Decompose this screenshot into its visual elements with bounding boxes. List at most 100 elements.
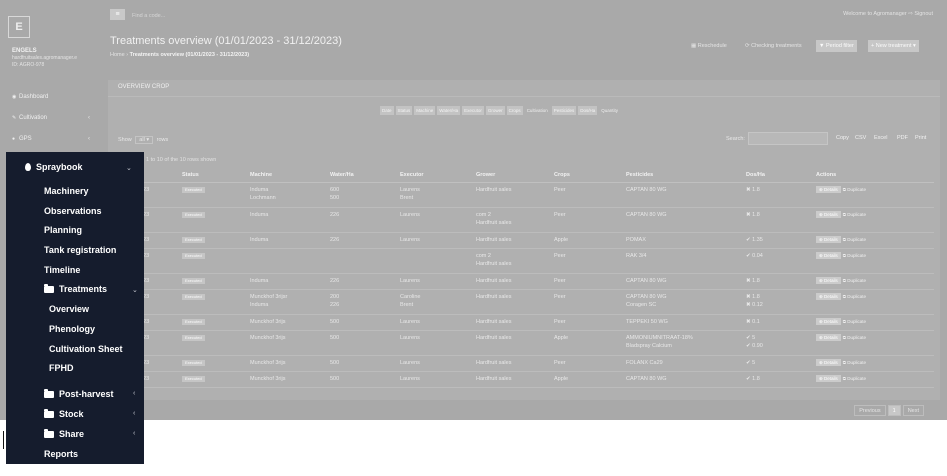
table-row[interactable]: 023 Executed Induma 226 Laurens com 2 Hardfrui…: [118, 208, 934, 233]
column-toggle[interactable]: Crops: [506, 106, 523, 115]
details-button[interactable]: ⊕ Details: [816, 359, 841, 366]
code-search-input[interactable]: Find a code...: [132, 13, 165, 19]
duplicate-button[interactable]: ⧉ Duplicate: [843, 212, 866, 217]
submenu-item-treatments[interactable]: Treatments: [44, 283, 107, 294]
submenu-spraybook-header[interactable]: Spraybook: [25, 162, 83, 172]
cell-machine: Munckhof 3rijs: [250, 375, 285, 383]
checking-treatments-button[interactable]: ⟳ Checking treatments: [742, 40, 805, 52]
sidebar-item-gps[interactable]: ● GPS: [12, 136, 32, 142]
reschedule-button[interactable]: ▦ Reschedule: [688, 40, 730, 52]
period-filter-button[interactable]: ▼ Period filter: [816, 40, 857, 52]
table-search-input[interactable]: [748, 132, 828, 145]
column-header[interactable]: Actions: [816, 172, 836, 178]
machine-value: Munckhof 3rijs: [250, 335, 286, 341]
column-toggle[interactable]: Machine: [414, 106, 436, 115]
details-button[interactable]: ⊕ Details: [816, 277, 841, 284]
column-header[interactable]: Water/Ha: [330, 172, 354, 178]
export-button[interactable]: CSV: [855, 135, 866, 141]
column-header[interactable]: Dos/Ha: [746, 172, 765, 178]
breadcrumb-home[interactable]: Home: [110, 52, 125, 58]
column-toggle[interactable]: Water/Ha: [437, 106, 461, 115]
duplicate-button[interactable]: ⧉ Duplicate: [843, 335, 866, 340]
details-label: Details: [824, 319, 838, 324]
column-toggle[interactable]: Status: [395, 106, 413, 115]
pagination-page[interactable]: 1: [887, 405, 901, 416]
details-button[interactable]: ⊕ Details: [816, 252, 841, 259]
column-toggle[interactable]: Dos/Ha: [578, 106, 598, 115]
column-header[interactable]: Machine: [250, 172, 272, 178]
table-row[interactable]: 023 Executed Munckhof 3rijs 500 Laurens Hardf…: [118, 315, 934, 331]
table-row[interactable]: 023 Executed Munckhof 3rijs 500 Laurens Hardf…: [118, 331, 934, 356]
column-header[interactable]: Executor: [400, 172, 424, 178]
export-button[interactable]: Print: [915, 135, 926, 141]
duplicate-button[interactable]: ⧉ Duplicate: [843, 319, 866, 324]
pagination-previous[interactable]: Previous: [854, 405, 886, 416]
submenu-item-phenology[interactable]: Phenology: [49, 324, 95, 334]
submenu-item-post-harvest[interactable]: Post-harvest: [44, 388, 114, 399]
rows-select[interactable]: all ▾: [135, 136, 154, 144]
submenu-item-overview[interactable]: Overview: [49, 304, 89, 314]
cell-actions: ⊕ Details ⧉ Duplicate: [816, 186, 866, 194]
details-button[interactable]: ⊕ Details: [816, 318, 841, 325]
column-toggle[interactable]: Grower: [485, 106, 505, 115]
cell-machine: Munckhof 3rijs: [250, 318, 285, 326]
menu-toggle-button[interactable]: ≡: [110, 9, 125, 20]
duplicate-button[interactable]: ⧉ Duplicate: [843, 360, 866, 365]
details-button[interactable]: ⊕ Details: [816, 236, 841, 243]
table-row[interactable]: 023 Executed Munckhof 3rijs 500 Laurens Hardf…: [118, 356, 934, 372]
column-header[interactable]: Pesticides: [626, 172, 653, 178]
duplicate-button[interactable]: ⧉ Duplicate: [843, 253, 866, 258]
table-row[interactable]: 023 Executed Induma Lochmann 600 500 Laurens Br…: [118, 183, 934, 208]
table-row[interactable]: 023 Executed com 2 Hardfruit sales Peer RAK 3…: [118, 249, 934, 274]
pesticide-value: POMAX: [626, 237, 646, 243]
column-toggle[interactable]: Quantity: [599, 106, 620, 115]
table-row[interactable]: 023 Executed Induma 226 Laurens Hardfruit sal…: [118, 233, 934, 249]
column-toggle[interactable]: Cultivation: [525, 106, 550, 115]
export-button[interactable]: Excel: [874, 135, 887, 141]
export-button[interactable]: PDF: [897, 135, 908, 141]
details-label: Details: [824, 294, 838, 299]
new-treatment-button[interactable]: + New treatment ▾: [868, 40, 919, 52]
column-toggle[interactable]: Date: [380, 106, 394, 115]
duplicate-button[interactable]: ⧉ Duplicate: [843, 237, 866, 242]
submenu-item-timeline[interactable]: Timeline: [44, 265, 80, 275]
submenu-item-observations[interactable]: Observations: [44, 206, 102, 216]
table-row[interactable]: 023 Executed Induma 226 Laurens Hardfruit sal…: [118, 274, 934, 290]
signout-link[interactable]: Signout: [914, 11, 933, 17]
cell-status: Executed: [182, 186, 205, 194]
duplicate-button[interactable]: ⧉ Duplicate: [843, 294, 866, 299]
submenu-item-reports[interactable]: Reports: [44, 449, 78, 459]
submenu-item-planning[interactable]: Planning: [44, 225, 82, 235]
submenu-item-tank-registration[interactable]: Tank registration: [44, 245, 116, 255]
top-bar: ≡ Find a code... Welcome to Agromanager …: [102, 0, 947, 30]
grower-value: Hardfruit sales: [476, 261, 512, 267]
submenu-item-cultivation-sheet[interactable]: Cultivation Sheet: [49, 344, 123, 354]
submenu-item-stock[interactable]: Stock: [44, 408, 84, 419]
duplicate-button[interactable]: ⧉ Duplicate: [843, 278, 866, 283]
pagination-next[interactable]: Next: [902, 405, 924, 416]
export-button[interactable]: Copy: [836, 135, 849, 141]
table-row[interactable]: 023 Executed Munckhof 3rijsr Induma 200 226 Ca…: [118, 290, 934, 315]
column-header[interactable]: Status: [182, 172, 199, 178]
submenu-item-share[interactable]: Share: [44, 428, 84, 439]
sidebar-item-dashboard[interactable]: ◉ Dashboard: [12, 94, 48, 100]
column-header[interactable]: Grower: [476, 172, 495, 178]
details-button[interactable]: ⊕ Details: [816, 293, 841, 300]
cell-pesticides: CAPTAN 80 WG: [626, 375, 667, 383]
submenu-item-fphd[interactable]: FPHD: [49, 363, 74, 373]
cell-dose: ✔ 5: [746, 359, 755, 367]
chevron-down-icon: ▾: [146, 137, 150, 143]
details-button[interactable]: ⊕ Details: [816, 211, 841, 218]
filter-icon: ▼: [819, 43, 826, 49]
submenu-item-machinery[interactable]: Machinery: [44, 186, 89, 196]
details-button[interactable]: ⊕ Details: [816, 334, 841, 341]
details-button[interactable]: ⊕ Details: [816, 375, 841, 382]
table-row[interactable]: 023 Executed Munckhof 3rijs 500 Laurens Hardf…: [118, 372, 934, 388]
duplicate-button[interactable]: ⧉ Duplicate: [843, 187, 866, 192]
column-header[interactable]: Crops: [554, 172, 570, 178]
details-button[interactable]: ⊕ Details: [816, 186, 841, 193]
column-toggle[interactable]: Pesticides: [551, 106, 577, 115]
sidebar-item-cultivation[interactable]: ✎ Cultivation: [12, 115, 47, 121]
column-toggle[interactable]: Executor: [462, 106, 484, 115]
duplicate-button[interactable]: ⧉ Duplicate: [843, 376, 866, 381]
